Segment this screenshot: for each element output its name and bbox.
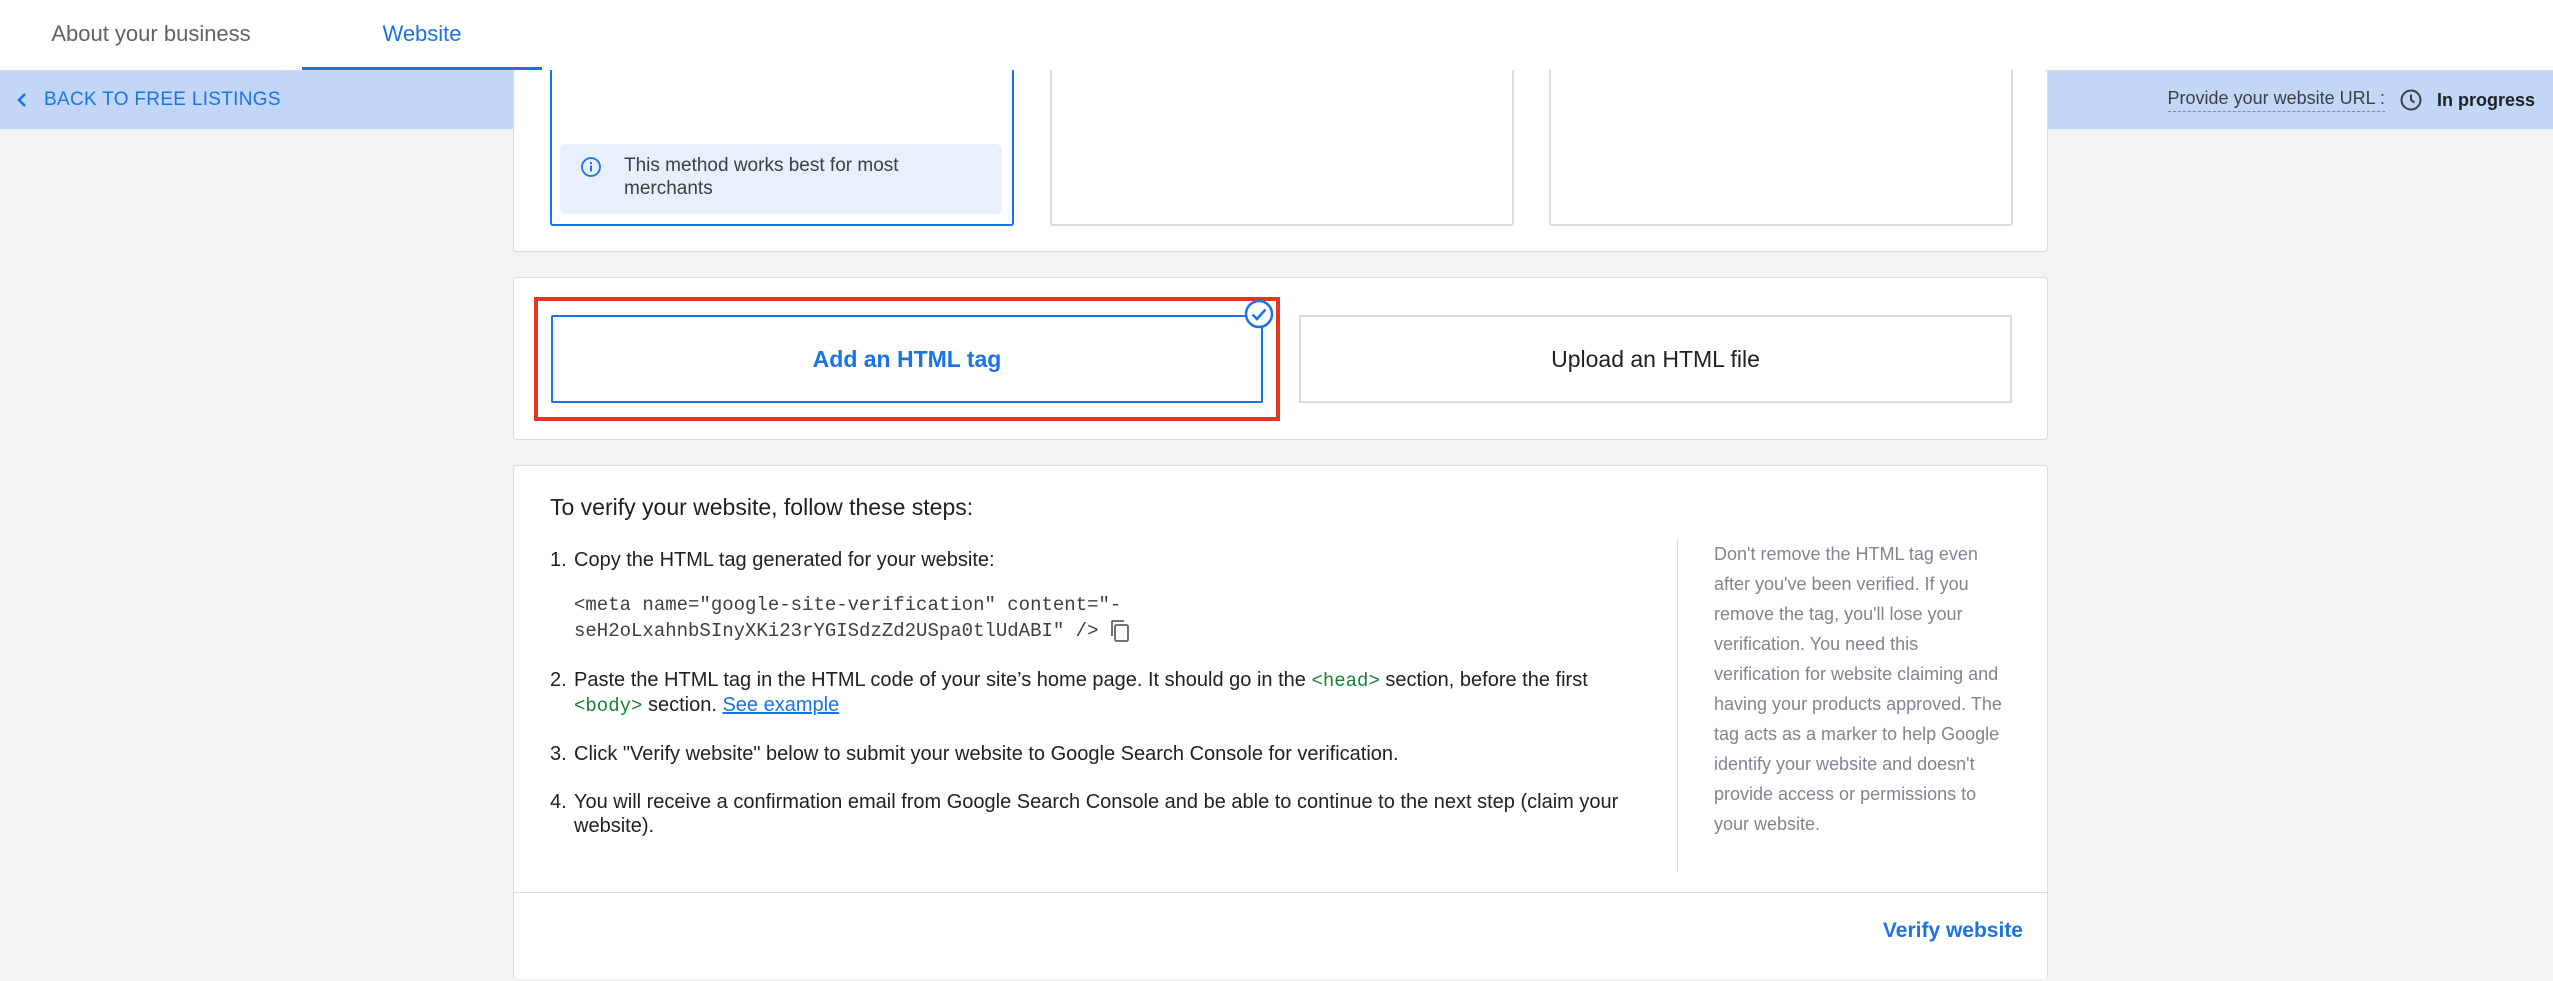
copy-icon[interactable]	[1109, 619, 1131, 643]
see-example-link[interactable]: See example	[722, 694, 839, 716]
method-option-2[interactable]	[1050, 70, 1514, 226]
chevron-left-icon	[17, 93, 26, 107]
status-label[interactable]: Provide your website URL :	[2167, 88, 2385, 112]
verification-code[interactable]: <meta name="google-site-verification" co…	[574, 592, 1650, 644]
check-circle-icon	[1244, 299, 1274, 329]
card-footer: Verify website	[514, 892, 2047, 981]
instructions-card: To verify your website, follow these ste…	[513, 465, 2048, 979]
steps-list: 1. Copy the HTML tag generated for your …	[550, 548, 1650, 862]
clock-icon	[2400, 89, 2422, 111]
step-2: 2. Paste the HTML tag in the HTML code o…	[550, 669, 1588, 717]
progress-status: Provide your website URL : In progress	[2167, 71, 2535, 129]
recommendation-info: This method works best for most merchant…	[560, 144, 1002, 214]
step-1-text: Copy the HTML tag generated for your web…	[574, 549, 995, 571]
code-line-2: seH2oLxahnbSInyXKi23rYGISdzZd2USpa0tlUdA…	[574, 620, 1099, 642]
method-option-3[interactable]	[1549, 70, 2013, 226]
step-4-text: You will receive a confirmation email fr…	[574, 791, 1619, 837]
verify-website-button[interactable]: Verify website	[1883, 919, 2023, 943]
instructions-title: To verify your website, follow these ste…	[550, 494, 974, 520]
back-label: BACK TO FREE LISTINGS	[44, 89, 281, 110]
step-3: 3. Click "Verify website" below to submi…	[550, 743, 1399, 765]
add-html-tag-option[interactable]: Add an HTML tag	[551, 315, 1263, 403]
status-value: In progress	[2436, 89, 2535, 110]
body-tag: <body>	[574, 695, 643, 717]
head-tag: <head>	[1311, 670, 1380, 692]
side-note: Don't remove the HTML tag even after you…	[1677, 539, 2004, 872]
code-line-1: <meta name="google-site-verification" co…	[574, 594, 1122, 616]
verification-method-card: This method works best for most merchant…	[513, 70, 2048, 252]
step-1: 1. Copy the HTML tag generated for your …	[550, 548, 1650, 644]
html-method-card: Add an HTML tag Upload an HTML file	[513, 277, 2048, 440]
info-icon	[581, 157, 601, 177]
step-4: 4. You will receive a confirmation email…	[550, 791, 1619, 837]
upload-html-file-option[interactable]: Upload an HTML file	[1299, 315, 2012, 403]
back-to-free-listings-link[interactable]: BACK TO FREE LISTINGS	[16, 71, 281, 129]
tab-about-your-business[interactable]: About your business	[0, 0, 302, 70]
info-text: This method works best for most merchant…	[624, 155, 899, 199]
top-tab-bar: About your business Website	[0, 0, 2553, 71]
tab-website[interactable]: Website	[302, 0, 542, 70]
method-option-recommended[interactable]: This method works best for most merchant…	[550, 70, 1014, 226]
step-3-text: Click "Verify website" below to submit y…	[574, 743, 1399, 765]
